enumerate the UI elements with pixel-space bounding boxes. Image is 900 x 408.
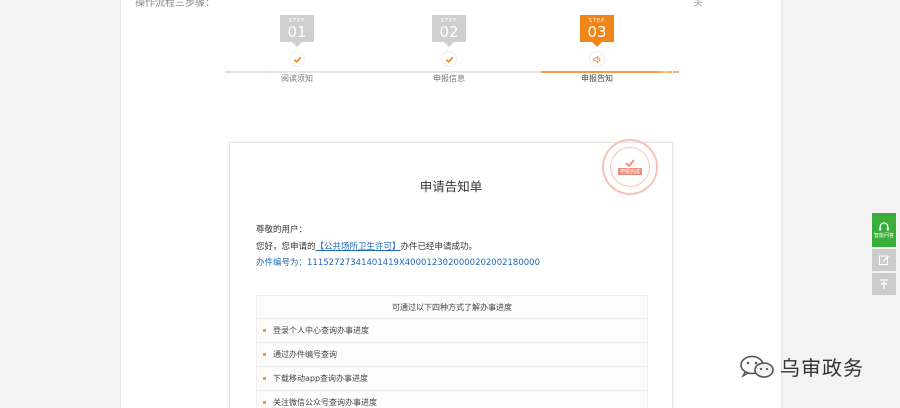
edit-button[interactable] [872,249,896,271]
step-badge: STEP 02 [432,15,466,47]
bullet-icon [263,401,266,404]
bullet-icon [263,353,266,356]
notice-card: 申报完成 申请告知单 尊敬的用户： 您好，您申请的【公共场所卫生许可】办件已经申… [229,139,673,408]
stepper-track-end [659,71,679,73]
greeting: 尊敬的用户： [256,225,308,235]
main-panel: 操作流程三步骤： 关 STEP 01 阅读须知 STEP 02 申报信息 STE… [120,0,782,408]
step-2: STEP 02 申报信息 [409,15,489,84]
application-number: 办件编号为：11152727341401419X4000123020000202… [256,258,540,268]
stamp-label: 申报完成 [617,168,642,175]
application-number-value: 11152727341401419X4000123020000202002180… [307,258,540,268]
edit-icon [879,255,889,265]
step-1: STEP 01 阅读须知 [257,15,337,84]
step-label: 阅读须知 [281,74,313,83]
bullet-icon [263,377,266,380]
step-label: 申报告知 [581,74,613,83]
floating-toolbar: 智能问答 [872,213,896,297]
list-item[interactable]: 通过办件编号查询 [257,343,647,367]
back-to-top-button[interactable] [872,273,896,295]
smart-consult-label: 智能问答 [873,233,894,239]
close-link[interactable]: 关 [693,0,703,9]
step-badge: STEP 03 [580,15,614,47]
smart-consult-button[interactable]: 智能问答 [872,213,896,247]
card-title: 申请告知单 [419,179,483,194]
progress-stepper: STEP 01 阅读须知 STEP 02 申报信息 STEP 03 申报告知 [225,15,679,100]
progress-methods: 可通过以下四种方式了解办事进度 登录个人中心查询办事进度 通过办件编号查询 下载… [256,295,648,408]
step-label: 申报信息 [433,74,465,83]
step-badge: STEP 01 [280,15,314,47]
watermark: 乌审政务 [738,352,864,381]
wechat-icon [740,355,774,378]
bullet-icon [263,329,266,332]
check-icon [625,159,635,167]
process-note: 操作流程三步骤： [135,0,215,9]
speaker-icon [589,51,605,67]
watermark-text: 乌审政务 [780,356,864,380]
list-item[interactable]: 登录个人中心查询办事进度 [257,319,647,343]
check-icon [441,51,457,67]
list-item[interactable]: 关注微信公众号查询办事进度 [257,391,647,408]
permit-link[interactable]: 【公共场所卫生许可】 [316,242,401,252]
list-item[interactable]: 下载移动app查询办事进度 [257,367,647,391]
step-3: STEP 03 申报告知 [557,15,637,84]
back-to-top-icon [880,279,888,289]
success-message: 您好，您申请的【公共场所卫生许可】办件已经申请成功。 [256,242,478,252]
headset-icon [879,222,889,231]
check-icon [289,51,305,67]
progress-methods-title: 可通过以下四种方式了解办事进度 [257,296,647,319]
